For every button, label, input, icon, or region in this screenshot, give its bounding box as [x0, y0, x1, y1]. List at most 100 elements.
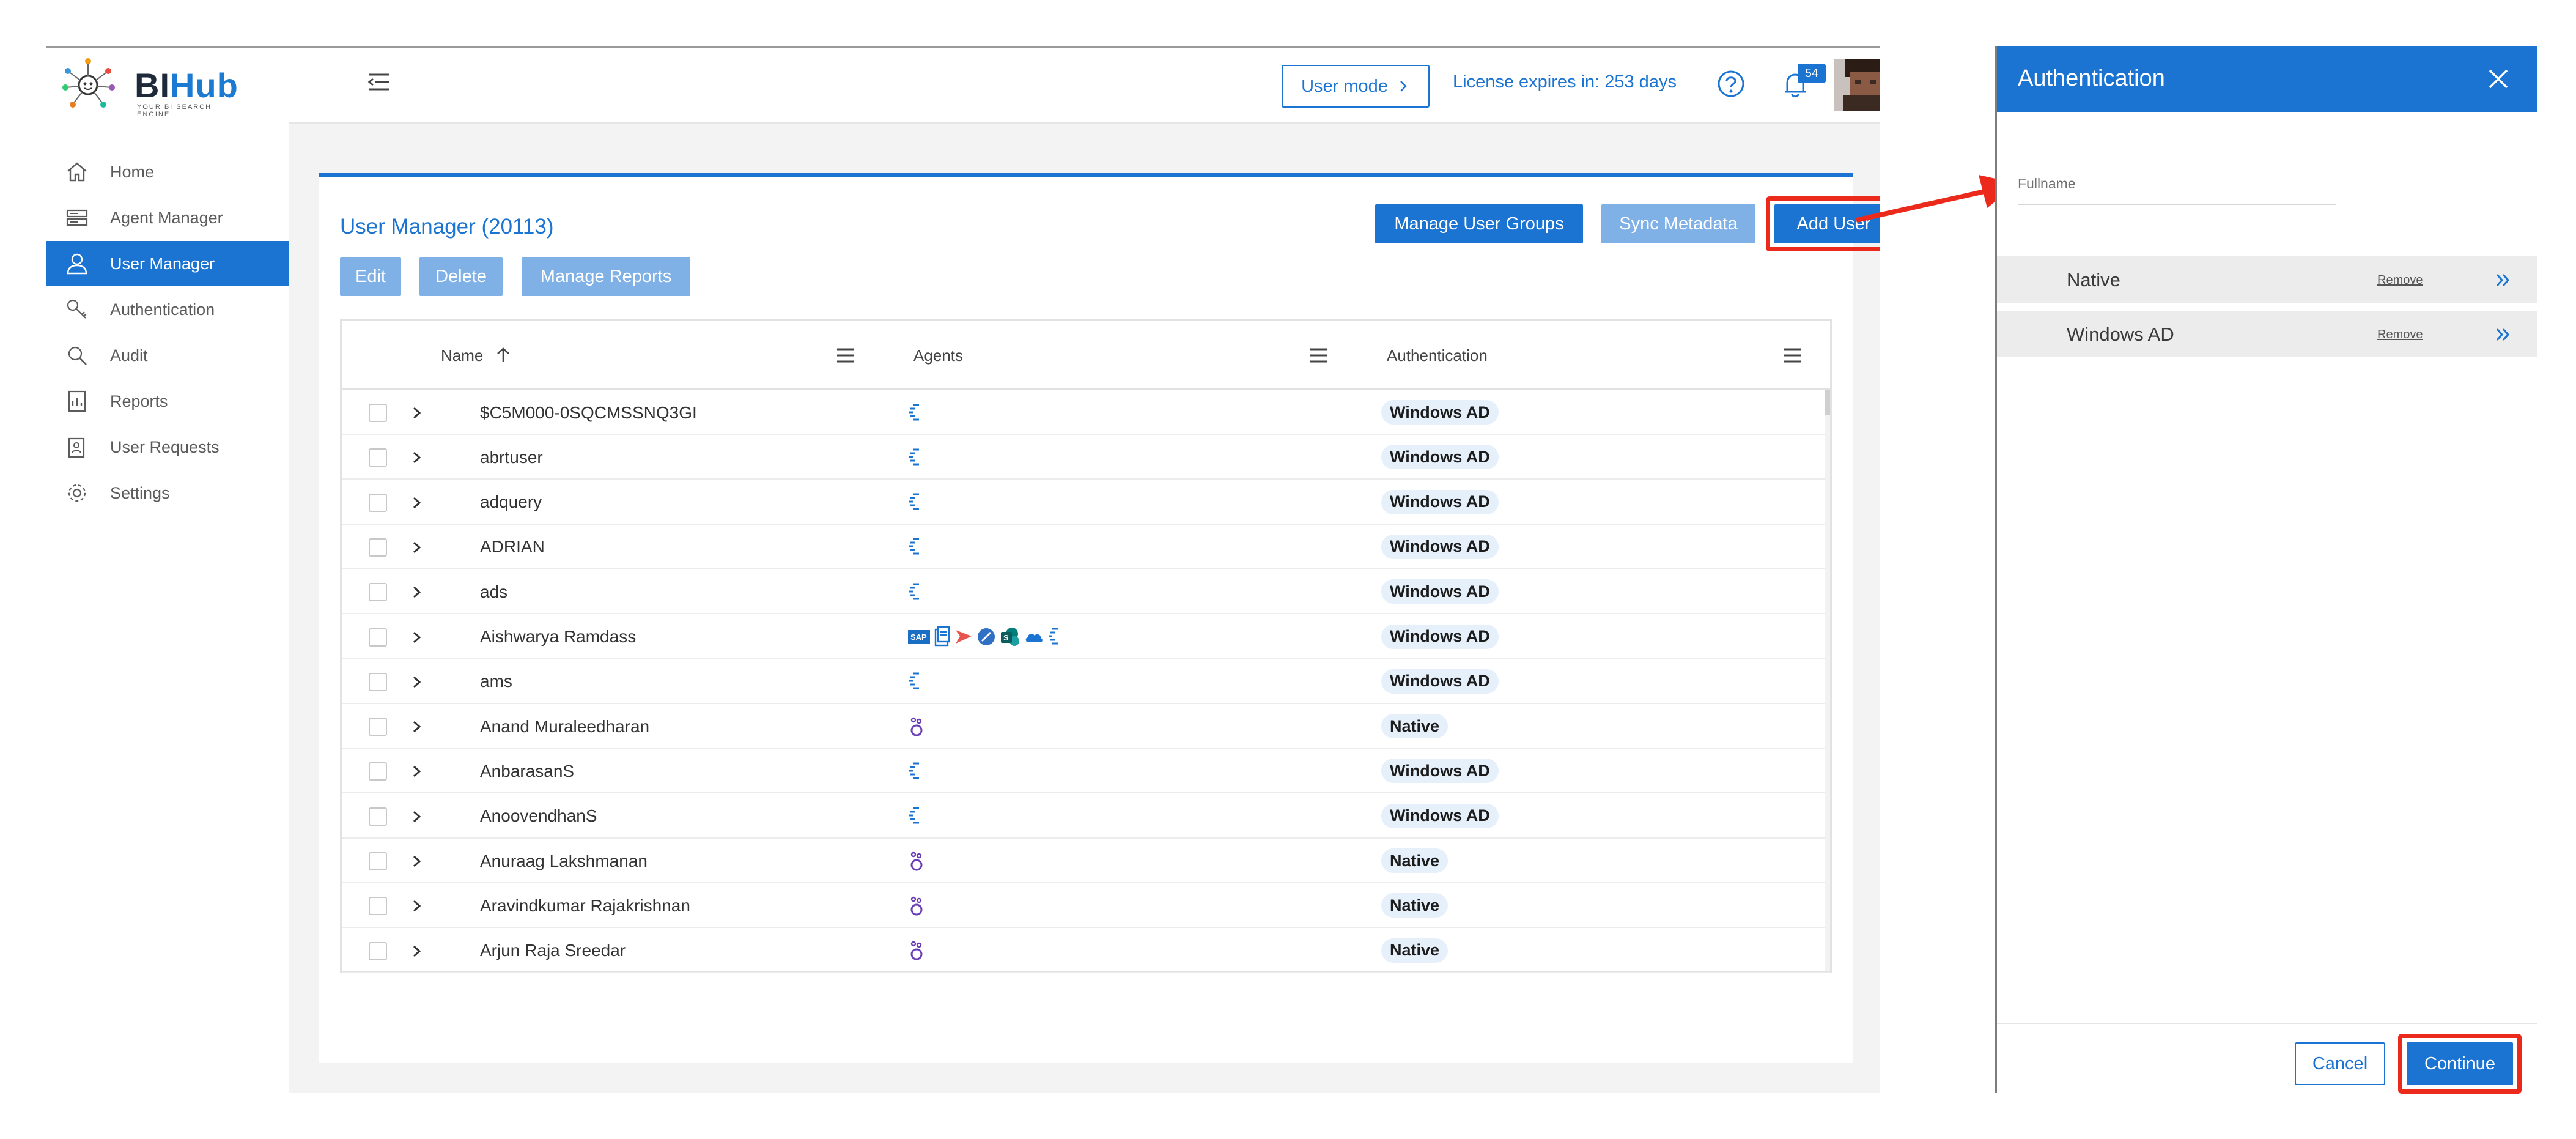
sidebar-item-label: User Requests	[110, 437, 220, 456]
row-checkbox[interactable]	[369, 583, 387, 602]
expand-row-chevron-icon[interactable]	[409, 807, 425, 826]
authentication-badge: Windows AD	[1381, 445, 1499, 470]
expand-row-chevron-icon[interactable]	[409, 673, 425, 691]
expand-row-chevron-icon[interactable]	[409, 897, 425, 915]
sidebar-item-label: Home	[110, 162, 155, 181]
column-header-agents[interactable]: Agents	[913, 321, 963, 390]
manage-user-groups-button[interactable]: Manage User Groups	[1375, 204, 1583, 243]
user-name-cell: $C5M000-0SQCMSSNQ3GI	[480, 403, 697, 422]
sidebar-item-audit[interactable]: Audit	[46, 333, 289, 378]
authentication-badge: Windows AD	[1381, 534, 1499, 559]
user-mode-button[interactable]: User mode	[1282, 65, 1430, 108]
remove-link[interactable]: Remove	[2377, 311, 2423, 358]
column-menu-icon[interactable]	[1309, 347, 1329, 363]
bihub-logo[interactable]: BIHub YOUR BI SEARCH ENGINE	[61, 57, 245, 118]
column-menu-icon[interactable]	[836, 347, 855, 363]
table-row[interactable]: Anuraag Lakshmanan Native	[342, 839, 1830, 883]
row-checkbox[interactable]	[369, 538, 387, 557]
agents-cell	[908, 839, 925, 883]
sidebar-item-reports[interactable]: Reports	[46, 379, 289, 424]
sidebar-item-label: Reports	[110, 391, 168, 410]
key-icon	[67, 299, 87, 319]
report-icon	[68, 390, 86, 412]
expand-row-chevron-icon[interactable]	[409, 942, 425, 960]
row-checkbox[interactable]	[369, 941, 387, 960]
sidebar-item-home[interactable]: Home	[46, 149, 289, 195]
table-row[interactable]: Anand Muraleedharan Native	[342, 704, 1830, 749]
chevron-right-icon	[1400, 81, 1407, 92]
row-checkbox[interactable]	[369, 897, 387, 916]
table-row[interactable]: ADRIAN Windows AD	[342, 525, 1830, 570]
user-manager-panel: User Manager (20113) Manage User Groups …	[319, 173, 1880, 1063]
expand-row-chevron-icon[interactable]	[409, 628, 425, 647]
gear-icon	[68, 484, 86, 502]
fullname-field[interactable]	[2018, 204, 2336, 205]
expand-row-chevron-icon[interactable]	[409, 448, 425, 467]
edit-button[interactable]: Edit	[340, 257, 401, 296]
row-checkbox[interactable]	[369, 852, 387, 870]
manage-reports-button[interactable]: Manage Reports	[522, 257, 690, 296]
sync-metadata-button[interactable]: Sync Metadata	[1601, 204, 1755, 243]
table-row[interactable]: Aishwarya Ramdass SAP S Windows AD	[342, 615, 1830, 659]
double-chevron-right-icon[interactable]	[2495, 271, 2512, 289]
close-icon[interactable]	[2486, 67, 2511, 91]
expand-row-chevron-icon[interactable]	[409, 762, 425, 781]
table-row[interactable]: adquery Windows AD	[342, 480, 1830, 525]
expand-row-chevron-icon[interactable]	[409, 404, 425, 422]
table-scrollbar[interactable]	[1825, 390, 1830, 971]
table-row[interactable]: abrtuser Windows AD	[342, 435, 1830, 480]
sidebar-item-user-requests[interactable]: User Requests	[46, 425, 289, 470]
table-row[interactable]: Arjun Raja Sreedar Native	[342, 929, 1830, 973]
table-row[interactable]: AnoovendhanS Windows AD	[342, 794, 1830, 839]
remove-link[interactable]: Remove	[2377, 256, 2423, 304]
sidebar-item-agent-manager[interactable]: Agent Manager	[46, 195, 289, 240]
logo-mark-icon	[62, 58, 115, 108]
row-checkbox[interactable]	[369, 404, 387, 422]
expand-row-chevron-icon[interactable]	[409, 718, 425, 736]
user-avatar[interactable]	[1834, 59, 1880, 111]
cancel-button[interactable]: Cancel	[2295, 1042, 2385, 1085]
qlik-agent-icon	[909, 672, 919, 689]
column-header-name[interactable]: Name	[441, 321, 512, 390]
table-row[interactable]: AnbarasanS Windows AD	[342, 749, 1830, 794]
table-row[interactable]: Aravindkumar Rajakrishnan Native	[342, 883, 1830, 929]
expand-row-chevron-icon[interactable]	[409, 852, 425, 870]
auth-option-windows-ad[interactable]: Windows AD Remove	[1997, 310, 2537, 357]
expand-row-chevron-icon[interactable]	[409, 538, 425, 557]
auth-option-native[interactable]: Native Remove	[1997, 255, 2537, 303]
user-name-cell: ADRIAN	[480, 537, 545, 557]
sort-ascending-icon[interactable]	[494, 346, 512, 365]
table-row[interactable]: ads Windows AD	[342, 570, 1830, 615]
row-checkbox[interactable]	[369, 628, 387, 647]
expand-row-chevron-icon[interactable]	[409, 494, 425, 512]
row-checkbox[interactable]	[369, 448, 387, 467]
double-chevron-right-icon[interactable]	[2495, 325, 2512, 344]
row-checkbox[interactable]	[369, 762, 387, 781]
sidebar-item-user-manager[interactable]: User Manager	[46, 241, 289, 286]
authentication-badge: Windows AD	[1381, 759, 1499, 784]
row-checkbox[interactable]	[369, 672, 387, 691]
help-icon[interactable]	[1717, 70, 1745, 98]
row-checkbox[interactable]	[369, 718, 387, 736]
row-checkbox[interactable]	[369, 493, 387, 512]
column-header-authentication[interactable]: Authentication	[1387, 321, 1488, 390]
user-name-cell: Aishwarya Ramdass	[480, 627, 637, 646]
expand-row-chevron-icon[interactable]	[409, 583, 425, 601]
column-menu-icon[interactable]	[1782, 347, 1802, 363]
logo-tagline: YOUR BI SEARCH ENGINE	[137, 103, 212, 118]
auth-option-label: Native	[2067, 269, 2120, 291]
table-scrollbar-thumb[interactable]	[1825, 390, 1830, 415]
avatar-image	[1834, 59, 1880, 111]
menu-toggle-icon[interactable]	[367, 70, 391, 94]
qlik-agent-icon	[909, 583, 919, 600]
sidebar-item-authentication[interactable]: Authentication	[46, 287, 289, 332]
agents-cell	[908, 659, 921, 704]
row-checkbox[interactable]	[369, 807, 387, 826]
agents-cell	[908, 749, 921, 793]
table-row[interactable]: ams Windows AD	[342, 659, 1830, 704]
sidebar-item-settings[interactable]: Settings	[46, 470, 289, 516]
delete-button[interactable]: Delete	[419, 257, 503, 296]
table-row[interactable]: $C5M000-0SQCMSSNQ3GI Windows AD	[342, 390, 1830, 435]
column-name-label: Name	[441, 346, 484, 365]
dialog-header: Authentication	[1997, 46, 2537, 112]
